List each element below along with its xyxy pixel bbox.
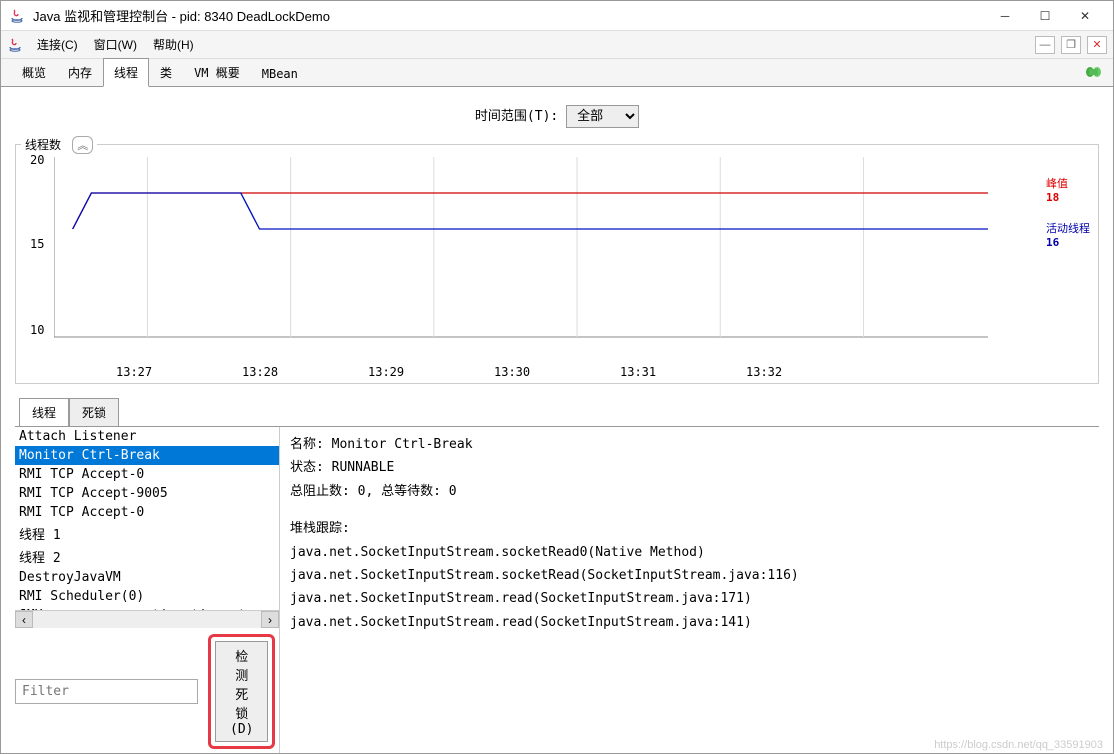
detail-blocked-label: 总阻止数: [290,484,350,499]
thread-list-item[interactable]: RMI TCP Accept-0 [15,503,279,522]
y-tick-10: 10 [30,323,44,337]
detail-name-label: 名称: [290,437,324,452]
legend-peak-label: 峰值 [1046,175,1090,191]
menu-window[interactable]: 窗口(W) [86,32,145,57]
detect-deadlock-highlight: 检测死锁(D) [208,634,275,749]
inner-minimize-button[interactable]: — [1035,36,1055,54]
inner-close-button[interactable]: ✕ [1087,36,1107,54]
x-tick-0: 13:27 [116,365,152,379]
time-range-label: 时间范围(T): [475,109,558,124]
detail-blocked-value: 0, [358,484,374,499]
java-icon [9,8,25,24]
filter-input[interactable] [15,679,198,704]
stack-line: java.net.SocketInputStream.socketRead0(N… [290,541,1089,564]
thread-detail-pane: 名称: Monitor Ctrl-Break 状态: RUNNABLE 总阻止数… [280,427,1099,753]
x-tick-5: 13:32 [746,365,782,379]
window-title: Java 监视和管理控制台 - pid: 8340 DeadLockDemo [33,6,985,25]
main-tabs: 概览 内存 线程 类 VM 概要 MBean [1,59,1113,87]
watermark: https://blog.csdn.net/qq_33591903 [934,739,1103,751]
inner-maximize-button[interactable]: ❐ [1061,36,1081,54]
thread-list[interactable]: Attach ListenerMonitor Ctrl-BreakRMI TCP… [15,427,279,610]
thread-list-item[interactable]: RMI TCP Accept-9005 [15,484,279,503]
thread-list-item[interactable]: 线程 1 [15,522,279,545]
tab-overview[interactable]: 概览 [11,58,57,87]
detail-state-value: RUNNABLE [332,460,395,475]
tab-threads[interactable]: 线程 [103,58,149,87]
thread-list-hscrollbar[interactable]: ‹ › [15,610,279,628]
chart-panel-title: 线程数 ︽ [21,136,97,154]
thread-list-item[interactable]: RMI Scheduler(0) [15,587,279,606]
filter-row: 检测死锁(D) [15,628,279,753]
detect-deadlock-button[interactable]: 检测死锁(D) [215,641,268,742]
x-tick-1: 13:28 [242,365,278,379]
tab-mbean[interactable]: MBean [251,61,309,87]
connection-status-icon [1085,65,1103,82]
thread-list-item[interactable]: Monitor Ctrl-Break [15,446,279,465]
legend-live-label: 活动线程 [1046,220,1090,236]
y-tick-15: 15 [30,237,44,251]
detail-wait-label: 总等待数: [381,484,441,499]
y-tick-20: 20 [30,153,44,167]
x-tick-4: 13:31 [620,365,656,379]
legend-peak-value: 18 [1046,191,1090,204]
stack-line: java.net.SocketInputStream.read(SocketIn… [290,611,1089,634]
tab-vm-summary[interactable]: VM 概要 [183,58,251,87]
thread-list-item[interactable]: DestroyJavaVM [15,568,279,587]
stack-line: java.net.SocketInputStream.socketRead(So… [290,564,1089,587]
detail-name-value: Monitor Ctrl-Break [332,437,473,452]
legend-live-value: 16 [1046,236,1090,249]
menu-connect[interactable]: 连接(C) [29,32,86,57]
titlebar: Java 监视和管理控制台 - pid: 8340 DeadLockDemo ─… [1,1,1113,31]
java-icon [7,37,23,53]
time-range-select[interactable]: 全部 [566,105,639,128]
thread-list-item[interactable]: Attach Listener [15,427,279,446]
thread-chart [54,157,988,357]
thread-list-wrap: Attach ListenerMonitor Ctrl-BreakRMI TCP… [15,427,280,753]
x-tick-2: 13:29 [368,365,404,379]
detail-state-label: 状态: [290,460,324,475]
minimize-button[interactable]: ─ [985,2,1025,30]
scroll-left-button[interactable]: ‹ [15,611,33,628]
detail-wait-value: 0 [449,484,457,499]
menu-help[interactable]: 帮助(H) [145,32,202,57]
app-window: Java 监视和管理控制台 - pid: 8340 DeadLockDemo ─… [0,0,1114,754]
tab-memory[interactable]: 内存 [57,58,103,87]
tab-deadlock[interactable]: 死锁 [69,398,119,426]
inner-window-controls: — ❐ ✕ [1035,36,1107,54]
chart-legend: 峰值 18 活动线程 16 [1046,175,1090,265]
thread-count-chart-panel: 线程数 ︽ [15,144,1099,384]
stack-trace-label: 堆栈跟踪: [290,521,350,536]
time-range-row: 时间范围(T): 全部 [1,97,1113,138]
bottom-tabs: 线程 死锁 [1,398,1113,426]
thread-list-item[interactable]: RMI TCP Accept-0 [15,465,279,484]
scroll-right-button[interactable]: › [261,611,279,628]
thread-list-item[interactable]: 线程 2 [15,545,279,568]
tab-classes[interactable]: 类 [149,58,183,87]
menubar: 连接(C) 窗口(W) 帮助(H) — ❐ ✕ [1,31,1113,59]
bottom-pane: Attach ListenerMonitor Ctrl-BreakRMI TCP… [15,426,1099,753]
main-content: 时间范围(T): 全部 线程数 ︽ [1,87,1113,753]
collapse-chart-button[interactable]: ︽ [72,136,93,154]
close-button[interactable]: ✕ [1065,2,1105,30]
tab-threads-list[interactable]: 线程 [19,398,69,426]
x-tick-3: 13:30 [494,365,530,379]
stack-line: java.net.SocketInputStream.read(SocketIn… [290,587,1089,610]
maximize-button[interactable]: ☐ [1025,2,1065,30]
